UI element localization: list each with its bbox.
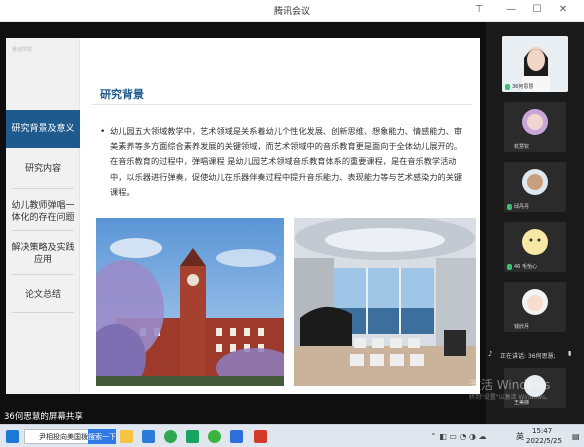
clock-date[interactable]: 2022/5/25 <box>526 436 562 446</box>
speaking-label: 正在讲话: 36何思慧; <box>500 353 556 360</box>
nav-item-background: 研究背景及意义 <box>6 110 80 148</box>
nav-item-summary: 论文总结 <box>24 290 61 300</box>
campus-photo <box>96 218 284 386</box>
signal-icon: ▮ <box>568 350 572 357</box>
play-icon[interactable] <box>186 430 199 443</box>
clock-time[interactable]: 15:47 <box>532 426 552 436</box>
meeting-icon[interactable] <box>230 430 243 443</box>
participant-tile[interactable]: 邱丹丹 <box>504 162 566 212</box>
participant-name: 钱欣月 <box>514 324 530 330</box>
activate-windows-hint: 转到"设置"以激活 Windows。 <box>469 394 552 401</box>
participant-tile[interactable]: 36何思慧 <box>502 36 568 92</box>
nav-divider <box>12 312 74 313</box>
participant-name: 46 毛怡心 <box>514 264 537 270</box>
mic-on-icon <box>507 204 512 210</box>
shield-icon[interactable] <box>142 430 155 443</box>
search-button[interactable]: 搜索一下 <box>88 429 116 444</box>
input-language[interactable]: 英 <box>516 429 524 444</box>
slide-paragraph: 幼儿园五大领域教学中，艺术领域是关系着幼儿个性化发展、创新思维、想象能力、情感能… <box>110 126 463 197</box>
participant-name: 邱丹丹 <box>514 204 530 210</box>
participant-tile[interactable]: 钱欣月 <box>504 282 566 332</box>
speaking-indicator: ♪ 正在讲话: 36何思慧; ▮ <box>486 348 584 362</box>
windows-icon[interactable] <box>6 430 19 443</box>
search-input-text: 尹相投向美国拨... <box>39 432 95 441</box>
maximize-icon[interactable]: ☐ <box>530 3 544 17</box>
participant-name: 杭慧钦 <box>514 144 530 150</box>
tray-icons[interactable]: ⌃ ◧ ▭ ◔ ◑ ☁ <box>430 429 487 444</box>
window-title: 腾讯会议 <box>273 7 310 17</box>
nav-item-content: 研究内容 <box>24 164 61 174</box>
mic-on-icon <box>505 84 510 90</box>
participants-panel: 36何思慧 杭慧钦 邱丹丹 46 毛怡心 钱欣月 王美娣 <box>486 22 584 424</box>
slide-logo: 晋城学院 <box>12 47 33 53</box>
screen-share-banner: 36何思慧的屏幕共享 <box>0 408 486 424</box>
pin-icon[interactable]: ⊤ <box>472 3 486 17</box>
browser-icon[interactable] <box>164 430 177 443</box>
notification-icon[interactable]: ▤ <box>572 429 580 444</box>
screen-share-label: 36何思慧的屏幕共享 <box>4 412 83 422</box>
window-title-bar: 腾讯会议 ⊤ — ☐ ✕ <box>0 0 584 22</box>
file-explorer-icon[interactable] <box>120 430 133 443</box>
nav-divider <box>12 188 74 189</box>
participant-tile[interactable]: 46 毛怡心 <box>504 222 566 272</box>
taskbar: 尹相投向美国拨... 搜索一下 ⌃ ◧ ▭ ◔ ◑ ☁ 英 15:47 2022… <box>0 424 584 447</box>
nav-divider <box>12 274 74 275</box>
nav-item-problems: 幼儿教师弹唱一体化的存在问题 <box>11 201 75 223</box>
minimize-icon[interactable]: — <box>504 3 518 17</box>
close-icon[interactable]: ✕ <box>556 3 570 17</box>
participant-tile[interactable]: 杭慧钦 <box>504 102 566 152</box>
heading-divider <box>92 104 472 105</box>
nav-item-strategies: 解决策略及实践应用 <box>11 243 75 265</box>
red-app-icon[interactable] <box>254 430 267 443</box>
nav-divider <box>12 230 74 231</box>
activate-windows-title: 激活 Windows <box>469 378 551 392</box>
mic-on-icon <box>507 264 512 270</box>
presentation-slide: 晋城学院 研究背景及意义 研究内容 幼儿教师弹唱一体化的存在问题 解决策略及实践… <box>6 38 480 394</box>
slide-heading: 研究背景 <box>100 88 144 101</box>
speaker-icon: ♪ <box>488 350 493 358</box>
bullet-marker: • <box>100 127 106 137</box>
music-room-photo <box>294 218 476 386</box>
wechat-icon[interactable] <box>208 430 221 443</box>
participant-name: 36何思慧 <box>512 84 534 90</box>
